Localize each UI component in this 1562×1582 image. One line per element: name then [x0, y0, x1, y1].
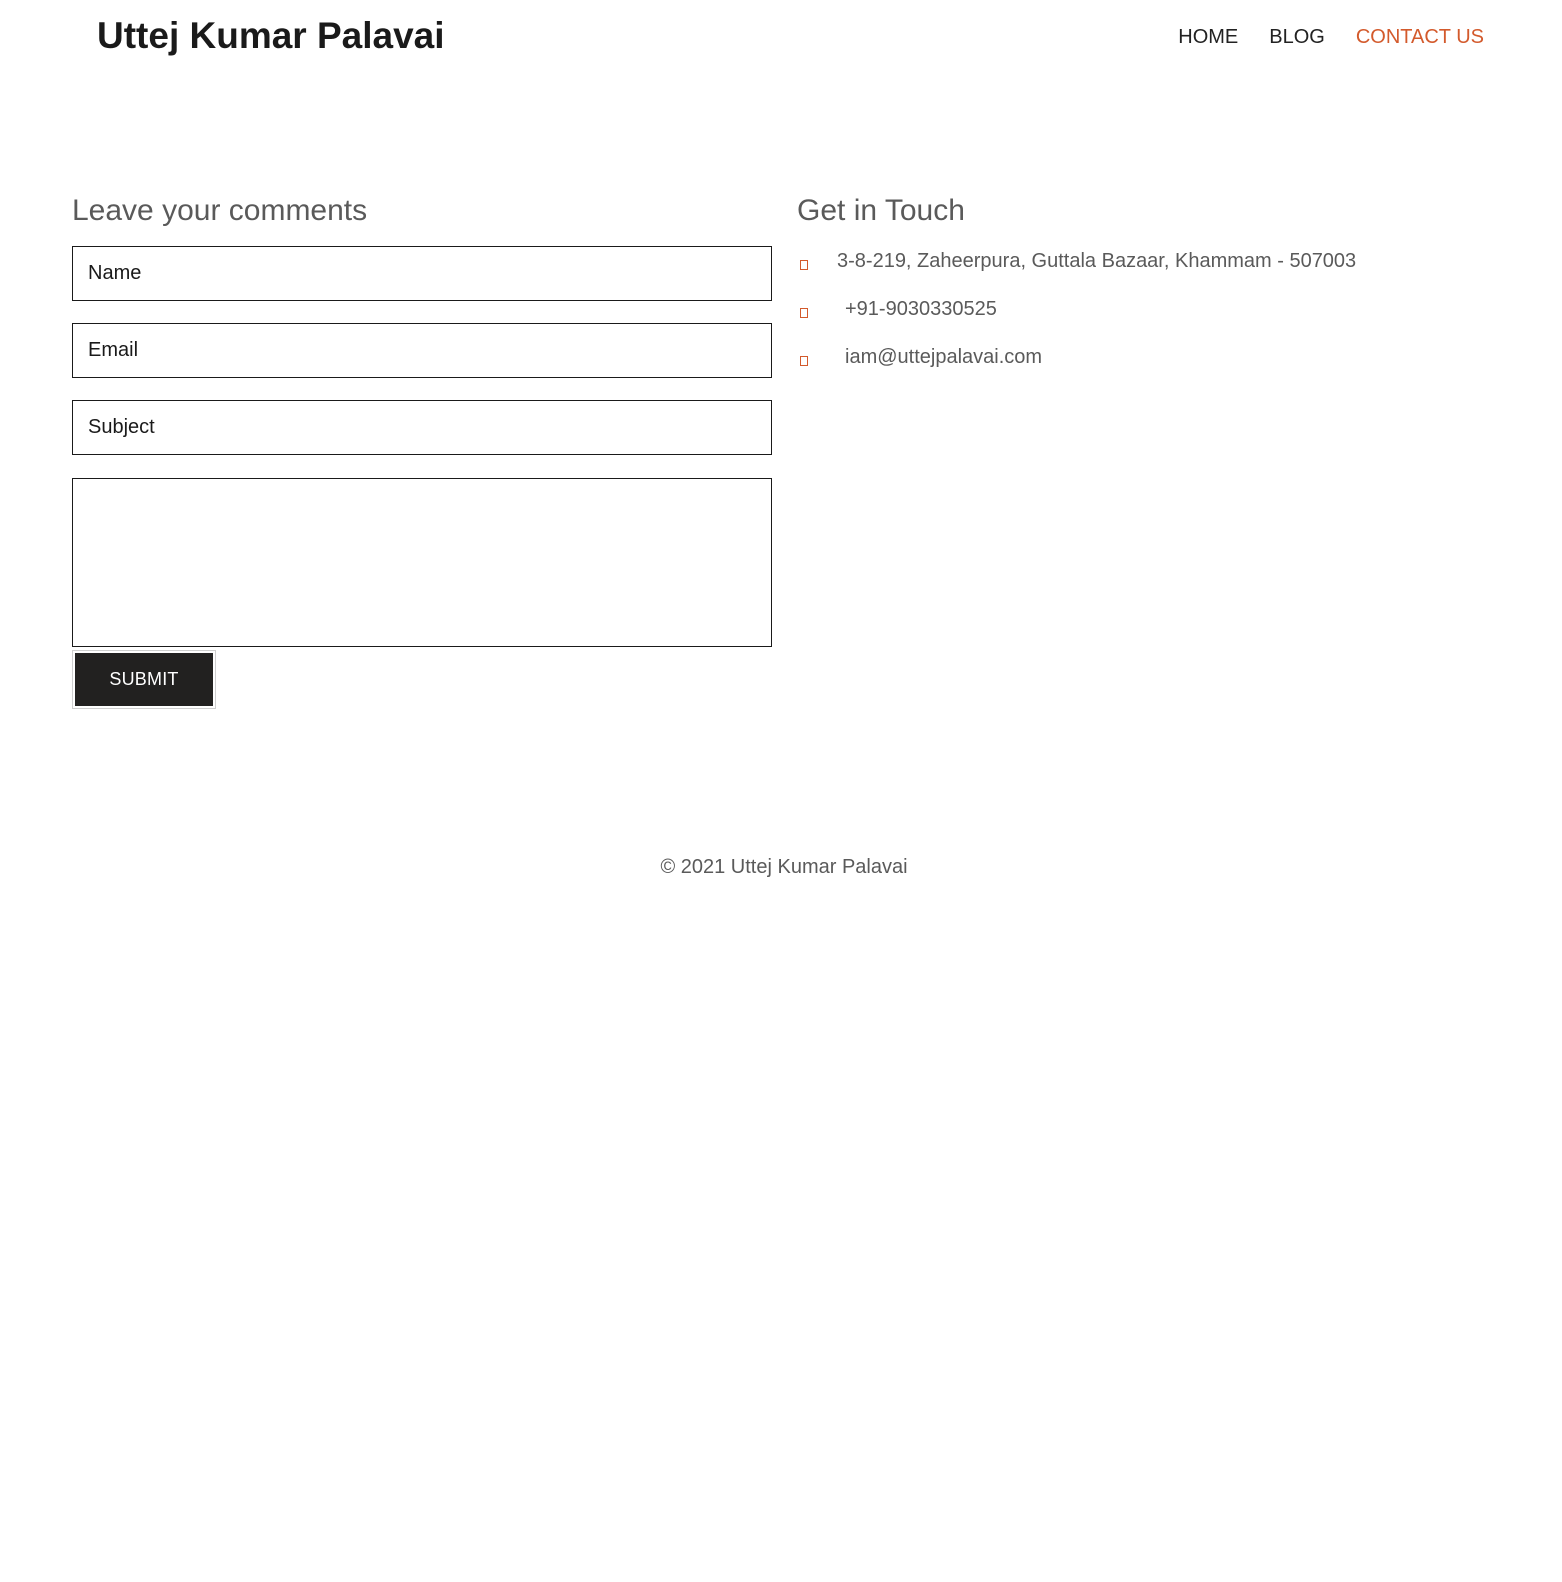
name-input[interactable]	[72, 246, 772, 301]
comments-heading: Leave your comments	[72, 194, 368, 227]
contact-email-text: iam@uttejpalavai.com	[845, 346, 1043, 368]
footer-copyright: © 2021 Uttej Kumar Palavai	[660, 856, 908, 878]
envelope-icon	[800, 356, 808, 366]
subject-input[interactable]	[72, 400, 772, 455]
map-marker-icon	[800, 260, 808, 270]
contact-page: Uttej Kumar Palavai HOME BLOG CONTACT US…	[0, 0, 1562, 1582]
contact-phone-text: +91-9030330525	[845, 298, 997, 320]
email-input[interactable]	[72, 323, 772, 378]
nav-home-link[interactable]: HOME	[1178, 24, 1238, 50]
contact-address-row: 3-8-219, Zaheerpura, Guttala Bazaar, Kha…	[797, 248, 1356, 274]
contact-phone-row: +91-9030330525	[797, 296, 997, 322]
site-title[interactable]: Uttej Kumar Palavai	[97, 13, 445, 59]
get-in-touch-heading: Get in Touch	[797, 194, 965, 227]
submit-button[interactable]: SUBMIT	[75, 653, 213, 706]
message-textarea[interactable]	[72, 478, 772, 647]
submit-button-frame: SUBMIT	[72, 650, 216, 709]
contact-email-row: iam@uttejpalavai.com	[797, 344, 1042, 370]
nav-contact-us-link[interactable]: CONTACT US	[1356, 24, 1484, 50]
phone-icon	[800, 308, 808, 318]
contact-address-text: 3-8-219, Zaheerpura, Guttala Bazaar, Kha…	[837, 250, 1357, 272]
nav-blog-link[interactable]: BLOG	[1269, 24, 1325, 50]
main-nav: HOME BLOG CONTACT US	[1178, 24, 1484, 50]
